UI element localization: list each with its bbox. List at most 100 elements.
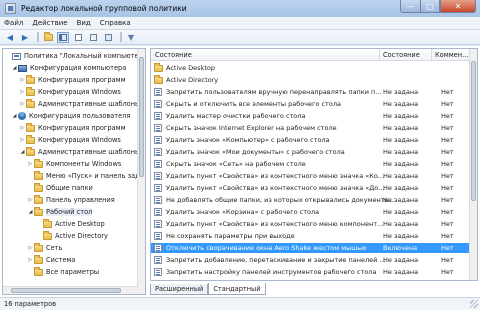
- setting-state: Включена: [383, 244, 418, 252]
- list-row[interactable]: Скрыть и отключить все элементы рабочего…: [151, 99, 471, 109]
- list-row[interactable]: Удалить пункт «Свойства» из контекстного…: [151, 219, 471, 229]
- tab-standard[interactable]: Стандартный: [208, 283, 266, 295]
- column-header-comment[interactable]: Коммен...: [435, 51, 468, 59]
- menu-help[interactable]: Справка: [100, 19, 131, 27]
- help-icon[interactable]: [102, 32, 114, 43]
- settings-list: Состояние Состояние Коммен... Active Des…: [150, 48, 478, 281]
- tab-extended[interactable]: Расширенный: [150, 284, 209, 295]
- tree-item[interactable]: Active Directory: [36, 230, 108, 241]
- tree-item[interactable]: ▷ Система: [27, 254, 75, 265]
- tree-item[interactable]: ▷ Конфигурация программ: [19, 74, 126, 85]
- folder-icon: [43, 218, 52, 228]
- column-header-state[interactable]: Состояние: [383, 51, 420, 59]
- collapse-arrow-icon[interactable]: ◢: [11, 65, 18, 71]
- tree-item[interactable]: ▷ Сеть: [27, 242, 63, 253]
- list-row[interactable]: Не добавлять общие папки, из которых отк…: [151, 195, 471, 205]
- tree-item[interactable]: Общие папки: [27, 182, 93, 193]
- tree-item[interactable]: Политика "Локальный компьютер": [5, 51, 145, 61]
- tree-item[interactable]: Все параметры: [27, 266, 99, 277]
- menu-view[interactable]: Вид: [77, 19, 91, 27]
- setting-icon: [154, 208, 162, 216]
- setting-state: Не задана: [383, 196, 419, 204]
- expand-arrow-icon[interactable]: ▷: [27, 197, 34, 203]
- setting-name: Удалить пункт «Свойства» из контекстного…: [166, 172, 385, 180]
- menu-file[interactable]: Файл: [4, 19, 23, 27]
- collapse-arrow-icon[interactable]: ◢: [27, 209, 34, 215]
- show-hide-tree-icon[interactable]: [57, 31, 69, 43]
- list-row[interactable]: Запретить пользователям вручную перенапр…: [151, 87, 471, 97]
- tree-item[interactable]: ▷ Панель управления: [27, 194, 115, 205]
- expand-arrow-icon[interactable]: ▷: [19, 137, 26, 143]
- folder-icon: [154, 63, 163, 72]
- expand-arrow-icon[interactable]: ▷: [19, 89, 26, 95]
- expand-arrow-icon[interactable]: ▷: [27, 257, 34, 263]
- tree-item[interactable]: ◢ Конфигурация пользователя: [11, 111, 130, 121]
- setting-state: Не задана: [383, 256, 419, 264]
- close-button[interactable]: ✕: [440, 0, 476, 13]
- folder-icon: [34, 182, 43, 192]
- tree-item-label: Конфигурация Windows: [38, 88, 121, 96]
- back-icon[interactable]: ◀: [4, 32, 16, 43]
- list-row[interactable]: Скрыть значок Internet Explorer на рабоч…: [151, 123, 471, 133]
- tree-item[interactable]: ▷ Конфигурация Windows: [19, 86, 121, 97]
- tree-item-label: Сеть: [46, 244, 63, 252]
- list-row[interactable]: Active Directory: [151, 75, 471, 85]
- maximize-button[interactable]: □: [420, 0, 440, 13]
- expand-arrow-icon[interactable]: ▷: [19, 125, 26, 131]
- resize-grip[interactable]: [470, 300, 478, 308]
- tree-horizontal-scrollbar[interactable]: [3, 286, 138, 294]
- expand-arrow-icon[interactable]: ▷: [19, 77, 26, 83]
- tree-item[interactable]: ▷ Административные шаблоны: [19, 98, 140, 109]
- list-row[interactable]: Запретить настройку панелей инструментов…: [151, 267, 471, 277]
- setting-icon: [154, 148, 162, 156]
- computer-icon: [18, 64, 27, 72]
- expand-arrow-icon[interactable]: ▷: [27, 161, 34, 167]
- list-header: Состояние Состояние Коммен...: [151, 49, 471, 61]
- tree-item[interactable]: ◢ Рабочий стол: [27, 206, 93, 217]
- collapse-arrow-icon[interactable]: ◢: [11, 113, 18, 119]
- properties-icon[interactable]: [72, 32, 84, 43]
- list-row[interactable]: Удалить значок «Компьютер» с рабочего ст…: [151, 135, 471, 145]
- setting-icon: [154, 136, 162, 144]
- tree-pane[interactable]: Политика "Локальный компьютер" ◢ Конфигура…: [2, 48, 146, 295]
- list-row[interactable]: Запретить добавление, перетаскивание и з…: [151, 255, 471, 265]
- tree-item[interactable]: ▷ Конфигурация программ: [19, 122, 126, 133]
- export-list-icon[interactable]: [87, 32, 99, 43]
- list-row[interactable]: Удалить пункт «Свойства» из контекстного…: [151, 171, 471, 181]
- tree-item[interactable]: ▷ Компоненты Windows: [27, 158, 121, 169]
- setting-state: Не задана: [383, 100, 419, 108]
- tree-item[interactable]: ◢ Административные шаблоны: [19, 146, 140, 157]
- column-header-setting[interactable]: Состояние: [155, 51, 192, 59]
- list-row[interactable]: Удалить мастер очистки рабочего стола Не …: [151, 111, 471, 121]
- collapse-arrow-icon[interactable]: ◢: [19, 149, 26, 155]
- list-row[interactable]: Удалить пункт «Свойства» из контекстного…: [151, 183, 471, 193]
- menu-action[interactable]: Действие: [32, 19, 67, 27]
- status-count: 16 параметров: [4, 300, 57, 308]
- tree-vertical-scrollbar[interactable]: [137, 49, 145, 294]
- tree-item[interactable]: Меню «Пуск» и панель зада: [27, 170, 144, 181]
- list-row[interactable]: Скрыть значок «Сеть» на рабочем столе Не …: [151, 159, 471, 169]
- filter-icon[interactable]: ▼: [125, 32, 137, 43]
- tree-item[interactable]: Active Desktop: [36, 218, 105, 229]
- setting-comment: Нет: [441, 268, 454, 276]
- list-row[interactable]: Не сохранять параметры при выходе Не зада…: [151, 231, 471, 241]
- list-vertical-scrollbar[interactable]: [469, 49, 477, 280]
- setting-state: Не задана: [383, 268, 419, 276]
- expand-arrow-icon[interactable]: ▷: [19, 101, 26, 107]
- setting-name: Не сохранять параметры при выходе: [166, 232, 295, 240]
- forward-icon[interactable]: ▶: [19, 32, 31, 43]
- list-row[interactable]: Удалить значок «Мои документы» с рабочег…: [151, 147, 471, 157]
- setting-state: Не задана: [383, 208, 419, 216]
- up-folder-icon[interactable]: [42, 31, 54, 43]
- policy-editor-icon: [5, 3, 16, 14]
- tree-item[interactable]: ◢ Конфигурация компьютера: [11, 63, 127, 73]
- setting-icon: [154, 220, 162, 228]
- list-row[interactable]: Отключить сворачивание окна Aero Shake ж…: [151, 243, 471, 253]
- setting-icon: [154, 268, 162, 276]
- list-row[interactable]: Active Desktop: [151, 63, 471, 73]
- tree-item[interactable]: ▷ Конфигурация Windows: [19, 134, 121, 145]
- expand-arrow-icon[interactable]: ▷: [27, 245, 34, 251]
- tree-item-label: Панель управления: [46, 196, 115, 204]
- minimize-button[interactable]: —: [400, 0, 420, 13]
- list-row[interactable]: Удалить значок «Корзина» с рабочего стол…: [151, 207, 471, 217]
